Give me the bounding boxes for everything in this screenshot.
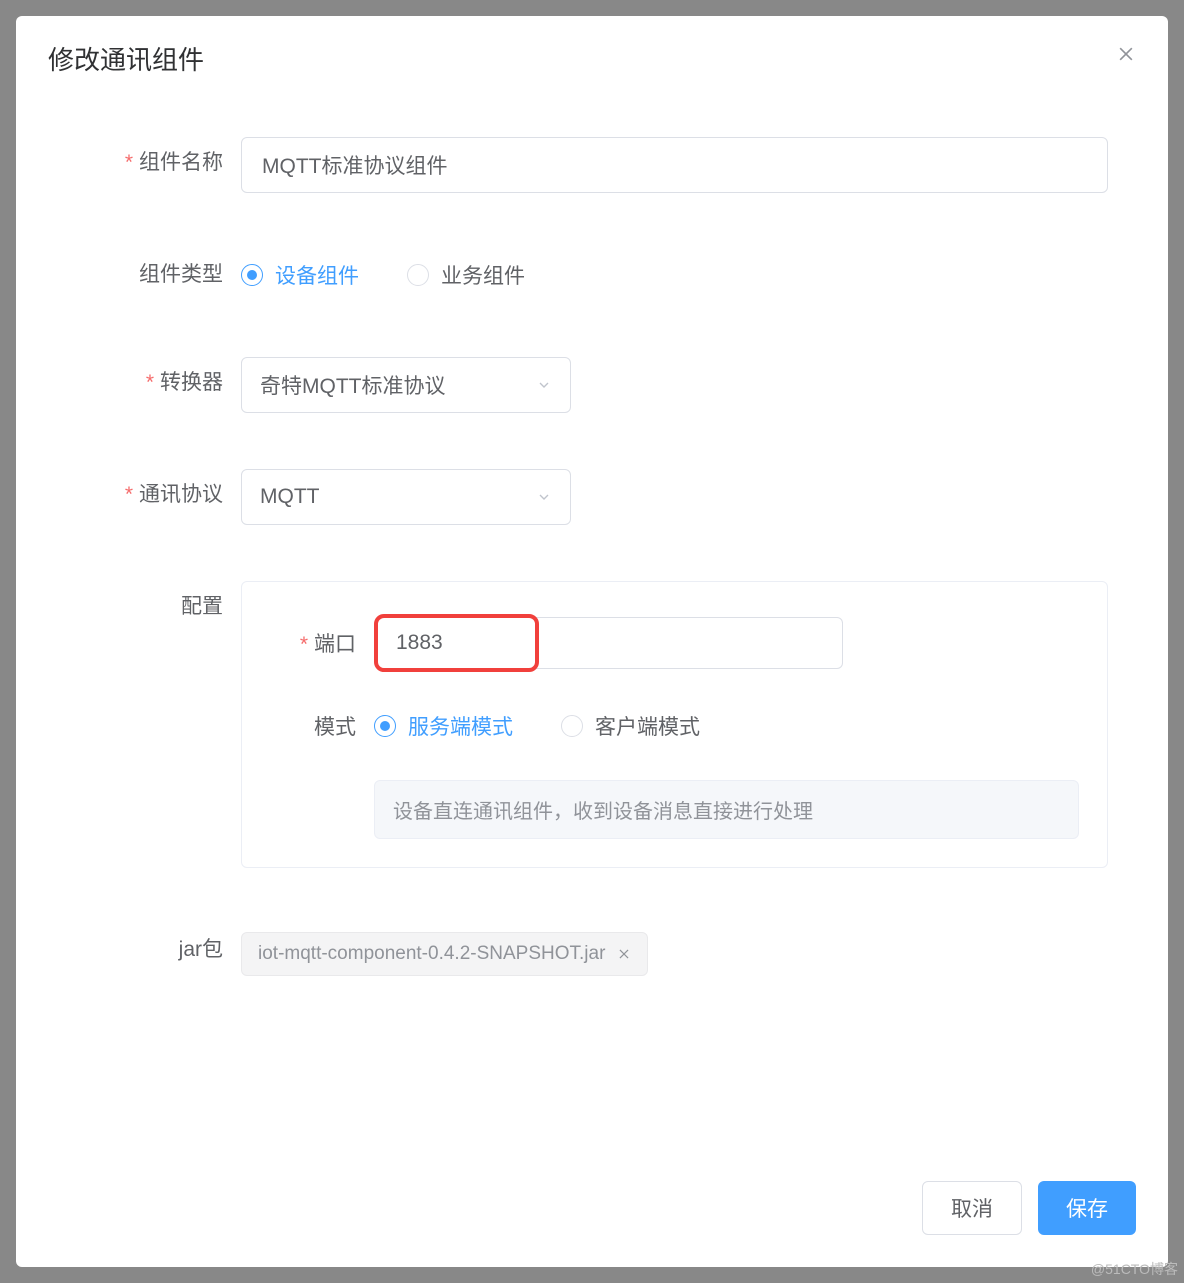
select-protocol-value: MQTT xyxy=(260,485,319,509)
row-component-type: 组件类型 设备组件 业务组件 xyxy=(76,249,1108,301)
label-jar: jar包 xyxy=(76,924,241,976)
select-converter-value: 奇特MQTT标准协议 xyxy=(260,370,445,400)
radio-checked-icon xyxy=(374,715,396,737)
modal-body: 组件名称 组件类型 设备组件 业务组件 xyxy=(16,77,1168,1161)
cancel-button[interactable]: 取消 xyxy=(922,1181,1022,1235)
watermark: @51CTO博客 xyxy=(1091,1259,1178,1279)
config-row-port: 端口 1883 xyxy=(254,614,1079,672)
radio-label-device: 设备组件 xyxy=(275,260,359,290)
label-component-name: 组件名称 xyxy=(76,137,241,189)
label-port: 端口 xyxy=(254,628,374,658)
modal-footer: 取消 保存 xyxy=(16,1161,1168,1267)
radio-label-business: 业务组件 xyxy=(441,260,525,290)
radio-unchecked-icon xyxy=(407,264,429,286)
row-protocol: 通讯协议 MQTT xyxy=(76,469,1108,525)
jar-tag: iot-mqtt-component-0.4.2-SNAPSHOT.jar xyxy=(241,932,648,976)
save-button[interactable]: 保存 xyxy=(1038,1181,1136,1235)
jar-filename: iot-mqtt-component-0.4.2-SNAPSHOT.jar xyxy=(258,943,605,965)
radio-checked-icon xyxy=(241,264,263,286)
row-converter: 转换器 奇特MQTT标准协议 xyxy=(76,357,1108,413)
label-config: 配置 xyxy=(76,581,241,633)
radio-device-component[interactable]: 设备组件 xyxy=(241,260,359,290)
chevron-down-icon xyxy=(536,489,552,505)
input-port-remainder[interactable] xyxy=(533,617,843,669)
modal-title: 修改通讯组件 xyxy=(48,40,204,77)
config-description: 设备直连通讯组件，收到设备消息直接进行处理 xyxy=(374,780,1079,839)
chevron-down-icon xyxy=(536,377,552,393)
label-component-type: 组件类型 xyxy=(76,249,241,301)
input-component-name[interactable] xyxy=(241,137,1108,193)
radio-client-mode[interactable]: 客户端模式 xyxy=(561,711,700,741)
select-converter[interactable]: 奇特MQTT标准协议 xyxy=(241,357,571,413)
radio-unchecked-icon xyxy=(561,715,583,737)
row-config: 配置 端口 1883 模式 xyxy=(76,581,1108,868)
port-value: 1883 xyxy=(396,631,443,655)
modal-header: 修改通讯组件 xyxy=(16,16,1168,77)
tag-close-icon[interactable] xyxy=(617,947,631,961)
row-jar: jar包 iot-mqtt-component-0.4.2-SNAPSHOT.j… xyxy=(76,924,1108,976)
config-row-mode: 模式 服务端模式 客户端模式 xyxy=(254,700,1079,752)
config-panel: 端口 1883 模式 服务端模式 xyxy=(241,581,1108,868)
label-mode: 模式 xyxy=(254,711,374,741)
radio-business-component[interactable]: 业务组件 xyxy=(407,260,525,290)
input-port-highlighted[interactable]: 1883 xyxy=(374,614,539,672)
row-component-name: 组件名称 xyxy=(76,137,1108,193)
radio-label-server: 服务端模式 xyxy=(408,711,513,741)
modal-dialog: 修改通讯组件 组件名称 组件类型 设备组件 xyxy=(16,16,1168,1267)
label-converter: 转换器 xyxy=(76,357,241,409)
radio-server-mode[interactable]: 服务端模式 xyxy=(374,711,513,741)
close-icon[interactable] xyxy=(1116,44,1136,64)
select-protocol[interactable]: MQTT xyxy=(241,469,571,525)
radio-label-client: 客户端模式 xyxy=(595,711,700,741)
label-protocol: 通讯协议 xyxy=(76,469,241,521)
